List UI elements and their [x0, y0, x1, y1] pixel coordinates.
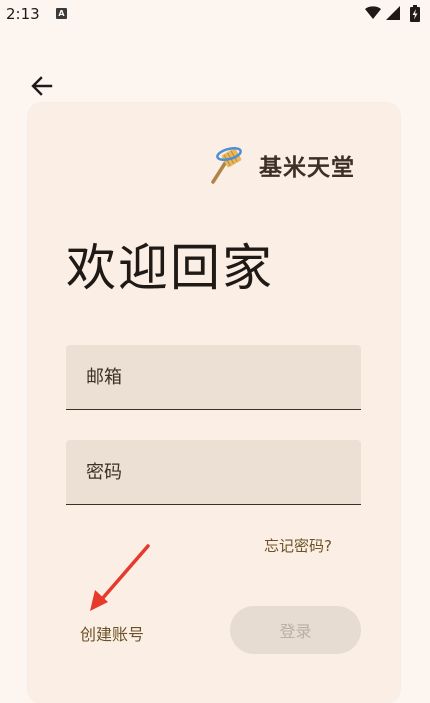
brand-header: 基米天堂 [207, 145, 355, 185]
forgot-password-link[interactable]: 忘记密码? [264, 535, 332, 556]
back-button[interactable] [27, 72, 57, 100]
page-title: 欢迎回家 [66, 239, 274, 297]
brand-name: 基米天堂 [259, 155, 355, 181]
email-input[interactable] [66, 345, 361, 409]
wifi-icon [365, 6, 381, 19]
password-input[interactable] [66, 440, 361, 504]
arrow-back-icon [31, 76, 53, 96]
battery-icon [410, 5, 420, 22]
status-bar: 2:13 A [0, 0, 430, 30]
password-field[interactable] [66, 440, 361, 505]
status-time: 2:13 [6, 5, 40, 23]
login-button[interactable]: 登录 [230, 606, 361, 654]
notification-icon: A [56, 8, 67, 19]
create-account-link[interactable]: 创建账号 [80, 621, 144, 645]
email-field[interactable] [66, 345, 361, 410]
broom-logo-icon [211, 147, 242, 184]
signal-icon [386, 6, 400, 20]
